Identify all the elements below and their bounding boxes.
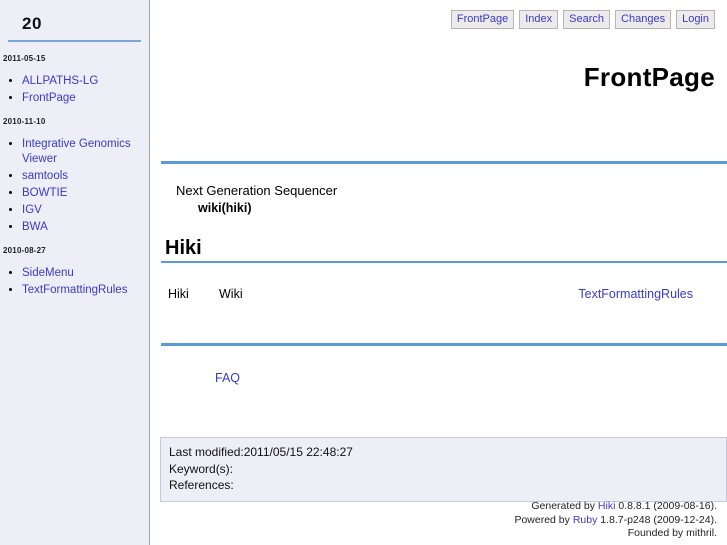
sidebar-item-textformattingrules[interactable]: TextFormattingRules — [22, 284, 127, 296]
sidebar-item-sidemenu[interactable]: SideMenu — [22, 267, 74, 279]
sidebar-item-igv[interactable]: IGV — [22, 204, 42, 216]
sidebar-link-list: ALLPATHS-LG FrontPage — [0, 73, 149, 105]
sidebar-date-group: 2011-05-15 ALLPATHS-LG FrontPage — [0, 54, 149, 105]
section-heading-hiki: Hiki — [165, 237, 202, 259]
intro-subtext: wiki(hiki) — [198, 201, 252, 215]
list-item: samtools — [22, 168, 149, 183]
page-root: 20 2011-05-15 ALLPATHS-LG FrontPage 2010… — [0, 0, 727, 545]
footer-credits: Generated by Hiki 0.8.8.1 (2009-08-16). … — [514, 500, 717, 541]
page-title: FrontPage — [583, 62, 715, 92]
sidebar-item-integrative-genomics-viewer[interactable]: Integrative Genomics Viewer — [22, 138, 131, 165]
link-faq[interactable]: FAQ — [215, 371, 240, 385]
text-wiki: Wiki — [219, 287, 243, 301]
sidebar-title-divider — [8, 40, 141, 42]
link-hiki[interactable]: Hiki — [598, 500, 616, 512]
link-textformattingrules[interactable]: TextFormattingRules — [578, 287, 693, 301]
credit-powered-prefix: Powered by — [514, 513, 573, 526]
list-item: Integrative Genomics Viewer — [22, 136, 149, 166]
section-heading-divider — [161, 261, 727, 263]
nav-button-search[interactable]: Search — [563, 10, 611, 29]
credit-generated-suffix: 0.8.8.1 (2009-08-16). — [615, 500, 717, 512]
header-divider — [161, 161, 727, 164]
sidebar-date-group: 2010-11-10 Integrative Genomics Viewer s… — [0, 117, 149, 234]
sidebar-link-list: SideMenu TextFormattingRules — [0, 265, 149, 297]
sidebar-title: 20 — [22, 14, 42, 33]
sidebar: 20 2011-05-15 ALLPATHS-LG FrontPage 2010… — [0, 0, 150, 545]
credit-powered-suffix: 1.8.7-p248 (2009-12-24). — [597, 513, 717, 526]
content-divider — [161, 343, 727, 346]
nav-button-login[interactable]: Login — [676, 10, 715, 29]
top-navigation: FrontPage Index Search Changes Login — [450, 10, 715, 29]
sidebar-date-heading: 2010-08-27 — [3, 246, 46, 255]
main-content: FrontPage Index Search Changes Login Fro… — [151, 0, 727, 545]
references-text: References: — [169, 478, 234, 492]
sidebar-item-allpaths-lg[interactable]: ALLPATHS-LG — [22, 75, 98, 87]
page-info-box: Last modified:2011/05/15 22:48:27 Keywor… — [160, 437, 727, 502]
sidebar-link-list: Integrative Genomics Viewer samtools BOW… — [0, 136, 149, 234]
sidebar-date-heading: 2011-05-15 — [3, 54, 46, 63]
keywords-text: Keyword(s): — [169, 461, 234, 476]
nav-button-frontpage[interactable]: FrontPage — [450, 10, 515, 29]
list-item: FrontPage — [22, 90, 149, 105]
list-item: ALLPATHS-LG — [22, 73, 149, 88]
sidebar-item-frontpage[interactable]: FrontPage — [22, 92, 76, 104]
sidebar-date-group: 2010-08-27 SideMenu TextFormattingRules — [0, 246, 149, 297]
intro-text: Next Generation Sequencer — [176, 183, 338, 198]
nav-button-changes[interactable]: Changes — [615, 10, 672, 29]
credit-generated-prefix: Generated by — [531, 500, 598, 512]
sidebar-item-samtools[interactable]: samtools — [22, 170, 68, 182]
credit-founded-by: Founded by mithril. — [627, 527, 717, 539]
list-item: BOWTIE — [22, 185, 149, 200]
credit-powered-by: Powered by Ruby 1.8.7-p248 (2009-12-24). — [514, 514, 717, 528]
list-item: BWA — [22, 219, 149, 234]
content-links-row: Hiki Wiki TextFormattingRules — [151, 287, 727, 303]
list-item: SideMenu — [22, 265, 149, 280]
sidebar-date-heading: 2010-11-10 — [3, 117, 46, 126]
list-item: IGV — [22, 202, 149, 217]
list-item: TextFormattingRules — [22, 282, 149, 297]
sidebar-item-bwa[interactable]: BWA — [22, 221, 48, 233]
text-hiki: Hiki — [168, 287, 189, 301]
link-ruby[interactable]: Ruby — [573, 514, 598, 526]
last-modified-text: Last modified:2011/05/15 22:48:27 — [169, 445, 353, 459]
credit-generated-by: Generated by Hiki 0.8.8.1 (2009-08-16). — [514, 500, 717, 514]
sidebar-item-bowtie[interactable]: BOWTIE — [22, 187, 67, 199]
nav-button-index[interactable]: Index — [519, 10, 559, 29]
